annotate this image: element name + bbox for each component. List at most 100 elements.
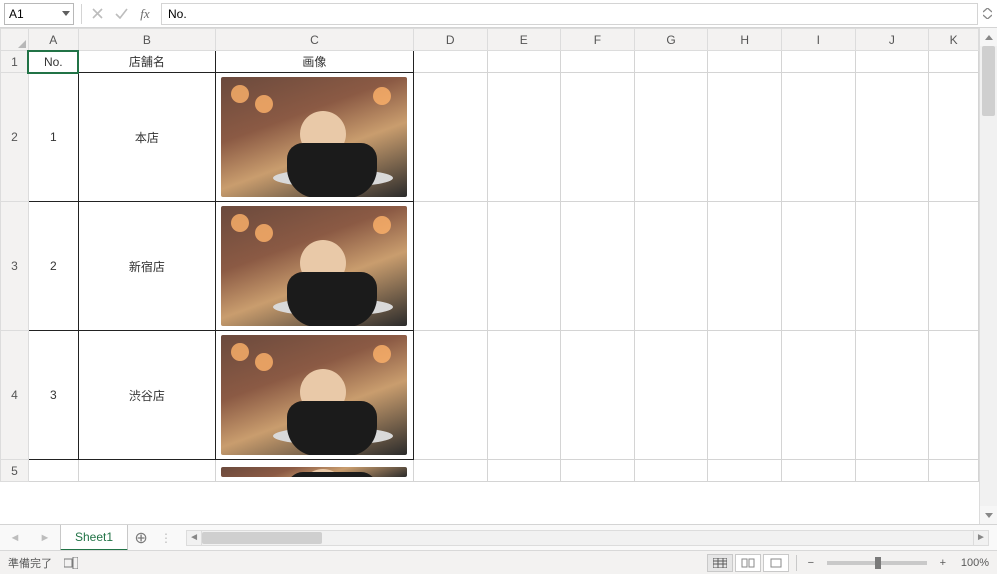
cell[interactable] — [561, 460, 635, 482]
cell-no[interactable]: 1 — [28, 73, 78, 202]
scroll-left-icon[interactable]: ◄ — [186, 530, 202, 546]
cell[interactable] — [634, 202, 708, 331]
sheet-nav-prev-icon[interactable]: ◄ — [10, 532, 21, 544]
cell[interactable] — [634, 51, 708, 73]
name-box[interactable] — [4, 3, 74, 25]
cell-store[interactable]: 本店 — [78, 73, 215, 202]
cell[interactable] — [28, 460, 78, 482]
col-header-K[interactable]: K — [929, 29, 979, 51]
col-header-C[interactable]: C — [215, 29, 413, 51]
cell[interactable] — [413, 202, 487, 331]
cell[interactable] — [929, 51, 979, 73]
cell-no[interactable]: 2 — [28, 202, 78, 331]
cell[interactable] — [487, 73, 561, 202]
cell[interactable] — [929, 202, 979, 331]
formula-input[interactable] — [161, 3, 977, 25]
sheet-nav-next-icon[interactable]: ► — [40, 532, 51, 544]
horizontal-scrollbar[interactable]: ◄ ► — [186, 530, 989, 546]
cell[interactable] — [855, 202, 929, 331]
scroll-thumb[interactable] — [982, 46, 995, 116]
cell[interactable] — [781, 73, 855, 202]
sheet-tab-active[interactable]: Sheet1 — [60, 525, 128, 551]
cell[interactable] — [487, 51, 561, 73]
scroll-track[interactable] — [980, 46, 997, 506]
col-header-E[interactable]: E — [487, 29, 561, 51]
row-header[interactable]: 2 — [1, 73, 29, 202]
name-box-input[interactable] — [5, 7, 59, 21]
cell[interactable] — [634, 460, 708, 482]
embedded-image[interactable] — [221, 335, 407, 455]
cell[interactable] — [561, 331, 635, 460]
grid-main[interactable]: A B C D E F G H I J K 1 No. 店舗名 画像 — [0, 28, 979, 524]
row-header[interactable]: 5 — [1, 460, 29, 482]
cell-no[interactable]: 3 — [28, 331, 78, 460]
zoom-in-button[interactable]: + — [935, 557, 951, 569]
insert-function-button[interactable]: fx — [133, 3, 157, 25]
cell[interactable] — [413, 51, 487, 73]
cell-C1[interactable]: 画像 — [215, 51, 413, 73]
cell[interactable] — [929, 73, 979, 202]
view-page-layout-button[interactable] — [735, 554, 761, 572]
row-header[interactable]: 1 — [1, 51, 29, 73]
cell-image[interactable] — [215, 331, 413, 460]
scroll-down-icon[interactable] — [980, 506, 997, 524]
col-header-D[interactable]: D — [413, 29, 487, 51]
cell[interactable] — [561, 202, 635, 331]
vertical-scrollbar[interactable] — [979, 28, 997, 524]
col-header-B[interactable]: B — [78, 29, 215, 51]
cell[interactable] — [855, 51, 929, 73]
cell-A1[interactable]: No. — [28, 51, 78, 73]
cell[interactable] — [561, 73, 635, 202]
scroll-right-icon[interactable]: ► — [973, 530, 989, 546]
scroll-thumb[interactable] — [202, 532, 322, 544]
col-header-F[interactable]: F — [561, 29, 635, 51]
scroll-up-icon[interactable] — [980, 28, 997, 46]
cell[interactable] — [215, 460, 413, 482]
formula-expand-icon[interactable] — [977, 3, 997, 25]
row-header[interactable]: 4 — [1, 331, 29, 460]
cell[interactable] — [855, 331, 929, 460]
cell[interactable] — [634, 73, 708, 202]
scroll-track[interactable] — [202, 530, 973, 546]
cell[interactable] — [929, 331, 979, 460]
zoom-slider-thumb[interactable] — [875, 557, 881, 569]
col-header-A[interactable]: A — [28, 29, 78, 51]
cell-store[interactable]: 新宿店 — [78, 202, 215, 331]
cell[interactable] — [487, 202, 561, 331]
cell[interactable] — [634, 331, 708, 460]
cell[interactable] — [855, 73, 929, 202]
cell[interactable] — [561, 51, 635, 73]
cell[interactable] — [708, 460, 782, 482]
cell[interactable] — [708, 73, 782, 202]
cell[interactable] — [708, 331, 782, 460]
cell[interactable] — [487, 331, 561, 460]
cell[interactable] — [708, 51, 782, 73]
cell[interactable] — [781, 331, 855, 460]
cell[interactable] — [781, 202, 855, 331]
row-header[interactable]: 3 — [1, 202, 29, 331]
name-box-dropdown-icon[interactable] — [59, 4, 73, 24]
cell[interactable] — [708, 202, 782, 331]
cell[interactable] — [78, 460, 215, 482]
cell-image[interactable] — [215, 202, 413, 331]
view-normal-button[interactable] — [707, 554, 733, 572]
embedded-image[interactable] — [221, 467, 407, 477]
embedded-image[interactable] — [221, 77, 407, 197]
zoom-out-button[interactable]: − — [803, 557, 819, 569]
cell-image[interactable] — [215, 73, 413, 202]
col-header-J[interactable]: J — [855, 29, 929, 51]
zoom-slider[interactable] — [827, 561, 927, 565]
col-header-H[interactable]: H — [708, 29, 782, 51]
cell[interactable] — [855, 460, 929, 482]
cell[interactable] — [781, 460, 855, 482]
add-sheet-button[interactable]: ⊕ — [128, 525, 154, 551]
cell[interactable] — [413, 73, 487, 202]
view-page-break-button[interactable] — [763, 554, 789, 572]
macro-recorder-icon[interactable] — [64, 557, 78, 569]
cell-store[interactable]: 渋谷店 — [78, 331, 215, 460]
cell[interactable] — [781, 51, 855, 73]
cell[interactable] — [413, 331, 487, 460]
embedded-image[interactable] — [221, 206, 407, 326]
select-all-button[interactable] — [1, 29, 29, 51]
col-header-I[interactable]: I — [781, 29, 855, 51]
